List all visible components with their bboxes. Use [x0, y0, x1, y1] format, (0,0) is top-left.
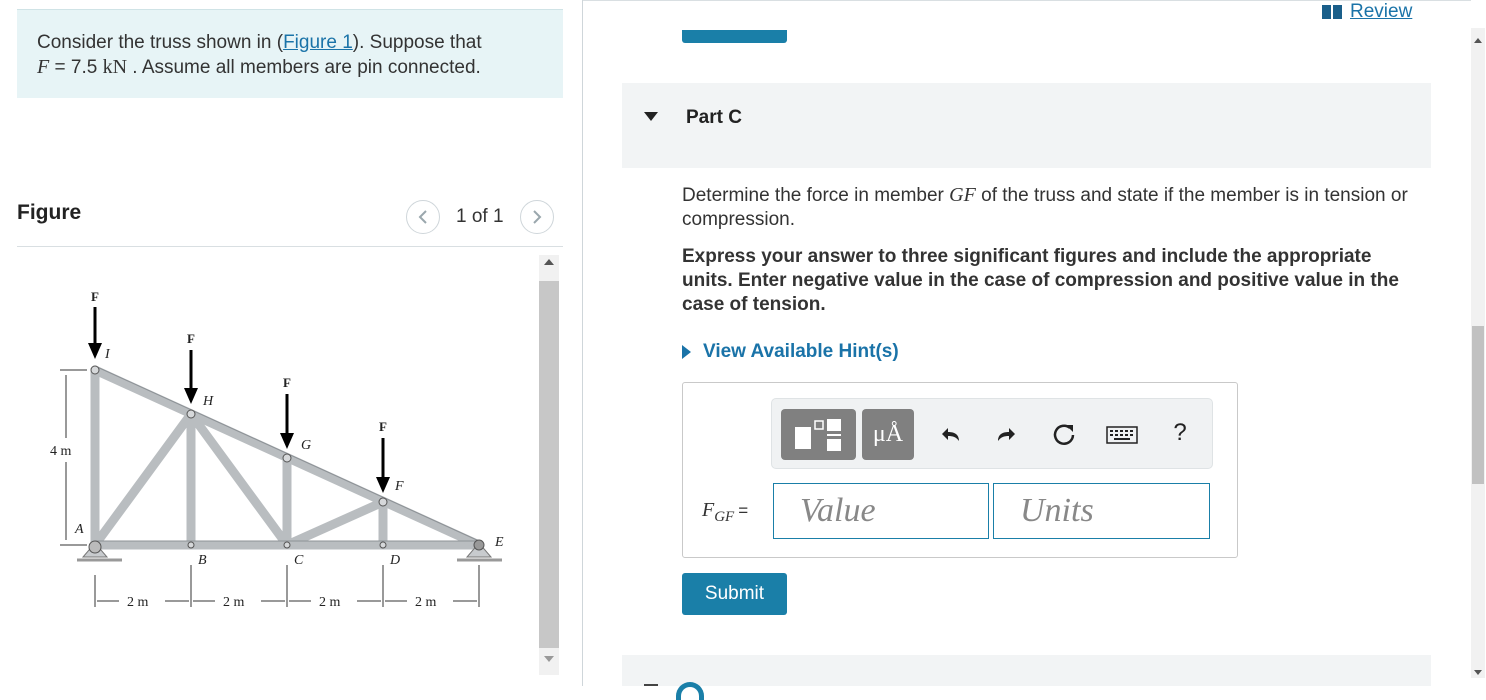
truss-figure: F F F F I H G F A B C D E 4 m 2 m 2 m 2 …: [17, 255, 532, 675]
math-toolbar: μÅ ?: [771, 398, 1213, 469]
node-label-E: E: [494, 535, 504, 550]
pin-A: [88, 540, 102, 554]
load-arrowhead-H: [184, 388, 198, 404]
previous-part-button[interactable]: [682, 30, 787, 43]
dim-label-h1: 2 m: [127, 595, 149, 610]
question-text: Determine the force in member GF of the …: [682, 183, 1427, 232]
figure-pager: 1 of 1: [406, 200, 554, 234]
reset-icon[interactable]: [1050, 421, 1078, 449]
node-label-A: A: [74, 522, 84, 537]
problem-text-2: ). Suppose that: [352, 32, 482, 53]
load-arrowheads: [88, 343, 390, 493]
figure-scroll-up-icon[interactable]: [544, 259, 554, 265]
load-label-3: F: [283, 375, 291, 390]
pin-E: [473, 539, 485, 551]
load-arrowhead-I: [88, 343, 102, 359]
caret-right-icon: [682, 345, 691, 359]
member-CF: [282, 497, 388, 550]
figure-link[interactable]: Figure 1: [283, 32, 353, 53]
redo-icon[interactable]: [992, 421, 1020, 449]
figure-scroll-down-icon[interactable]: [544, 656, 554, 662]
dim-label-h4: 2 m: [415, 595, 437, 610]
next-part-caret-icon[interactable]: [644, 684, 658, 686]
node-label-C: C: [294, 553, 304, 568]
page-scrollbar-thumb[interactable]: [1472, 326, 1484, 484]
dimension-lines: [60, 369, 480, 607]
part-title: Part C: [686, 107, 742, 128]
help-icon[interactable]: ?: [1166, 419, 1194, 447]
answer-instructions: Express your answer to three significant…: [682, 246, 1399, 315]
page-scroll-down-icon[interactable]: [1474, 670, 1482, 675]
review-label: Review: [1350, 1, 1413, 22]
pin-F: [378, 497, 388, 507]
page-root: Consider the truss shown in (Figure 1). …: [0, 0, 1486, 700]
figure-divider: [17, 246, 563, 247]
keyboard-icon[interactable]: [1106, 421, 1138, 449]
prev-figure-button[interactable]: [406, 200, 440, 234]
pin-H: [186, 409, 196, 419]
question-member: GF: [949, 184, 976, 206]
node-label-I: I: [104, 347, 111, 362]
node-label-D: D: [389, 553, 400, 568]
question-text-1: Determine the force in member: [682, 185, 950, 206]
load-label-1: F: [91, 289, 99, 304]
units-button[interactable]: μÅ: [862, 409, 914, 460]
units-input[interactable]: [993, 483, 1210, 539]
load-arrowhead-F: [376, 477, 390, 493]
chevron-right-icon: [532, 210, 541, 224]
answer-var-main: F: [702, 499, 715, 521]
templates-button[interactable]: [781, 409, 856, 460]
review-link[interactable]: Review: [1322, 1, 1412, 23]
answer-var-sub: GF: [714, 509, 735, 525]
view-hints-toggle[interactable]: View Available Hint(s): [682, 341, 899, 363]
next-part-header[interactable]: [622, 655, 1431, 686]
dim-label-vertical: 4 m: [50, 444, 72, 459]
load-labels: F F F F: [91, 289, 387, 434]
pin-B: [187, 541, 195, 549]
next-figure-button[interactable]: [519, 200, 554, 234]
load-arrowhead-G: [280, 433, 294, 449]
book-icon: [1322, 5, 1342, 19]
problem-text-3: . Assume all members are pin connected.: [127, 57, 481, 78]
pin-D: [379, 541, 387, 549]
node-label-H: H: [202, 394, 214, 409]
problem-statement: Consider the truss shown in (Figure 1). …: [17, 9, 563, 98]
value-input[interactable]: [773, 483, 989, 539]
answer-equals: =: [738, 501, 749, 520]
hints-label: View Available Hint(s): [703, 341, 899, 362]
part-c-header[interactable]: [622, 83, 1431, 168]
pin-G: [282, 453, 292, 463]
answer-variable-label: FGF =: [702, 499, 748, 526]
problem-unit: kN: [102, 56, 128, 78]
templates-icon: [794, 418, 841, 451]
undo-icon[interactable]: [937, 421, 965, 449]
chevron-left-icon: [418, 210, 427, 224]
problem-text-1: Consider the truss shown in (: [37, 32, 284, 53]
problem-var-f: F: [37, 56, 50, 78]
node-label-G: G: [301, 438, 311, 453]
figure-title: Figure: [17, 201, 82, 224]
load-label-4: F: [379, 419, 387, 434]
dim-label-h2: 2 m: [223, 595, 245, 610]
member-AH: [90, 409, 196, 550]
pin-C: [283, 541, 291, 549]
pane-divider[interactable]: [582, 0, 583, 686]
node-label-F: F: [394, 479, 404, 494]
page-scroll-up-icon[interactable]: [1474, 38, 1482, 43]
problem-equals: = 7.5: [49, 57, 103, 78]
node-label-B: B: [198, 553, 207, 568]
dim-label-h3: 2 m: [319, 595, 341, 610]
pin-I: [90, 365, 100, 375]
pager-text: 1 of 1: [456, 206, 504, 227]
figure-scrollbar-thumb[interactable]: [539, 281, 559, 648]
truss-diagram: F F F F I H G F A B C D E 4 m 2 m 2 m 2 …: [50, 289, 504, 610]
caret-down-icon[interactable]: [644, 112, 658, 121]
load-label-2: F: [187, 331, 195, 346]
submit-button[interactable]: Submit: [682, 573, 787, 615]
